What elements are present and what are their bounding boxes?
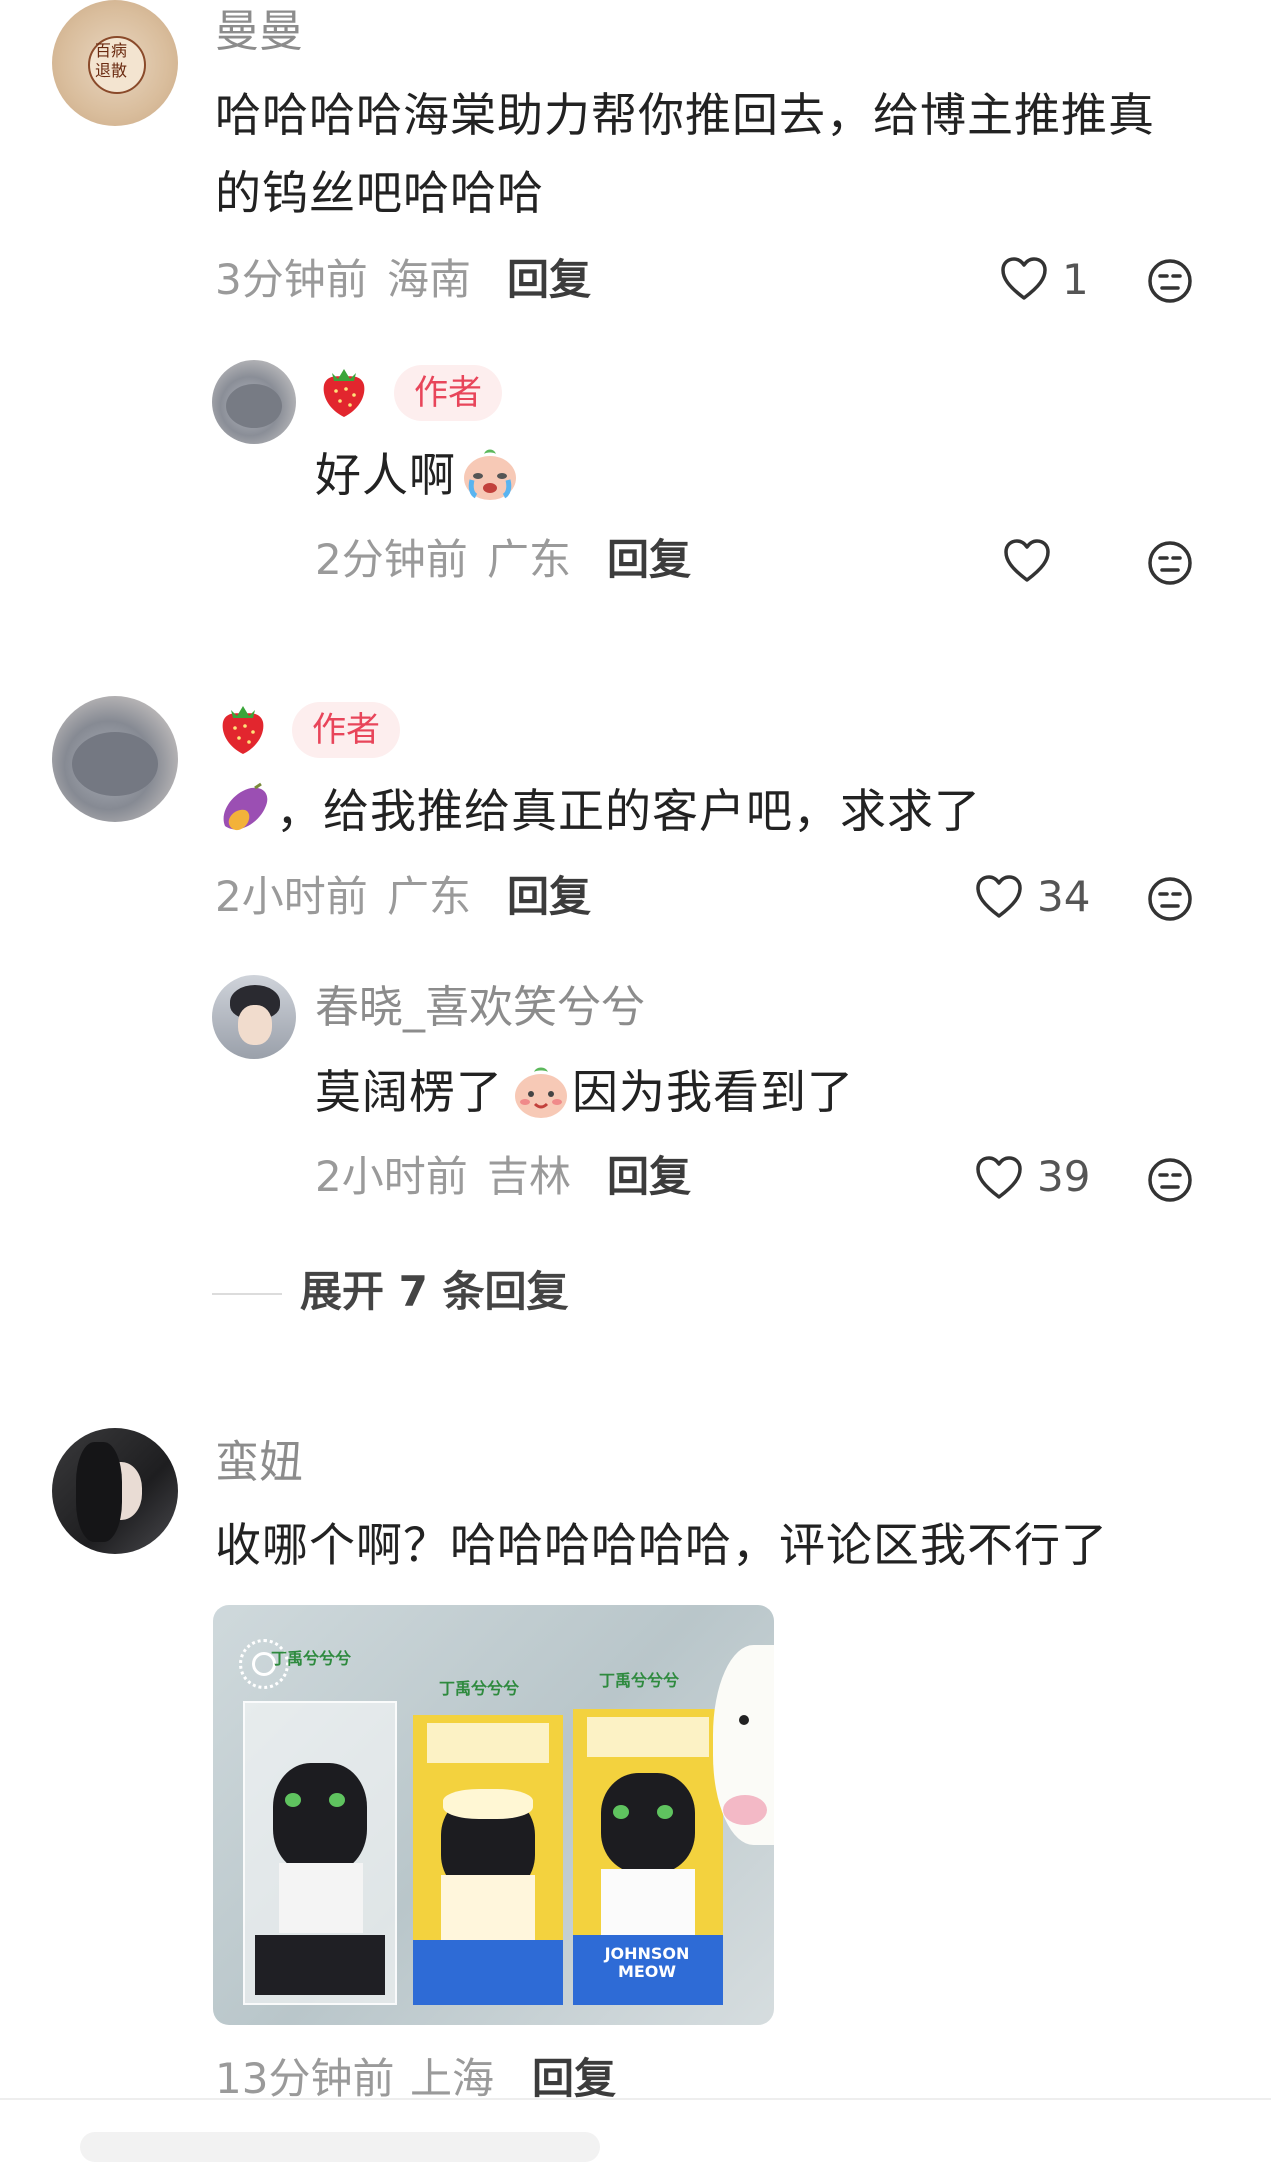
comment-text: 莫阔楞了 xyxy=(315,1065,503,1119)
heart-icon[interactable] xyxy=(1000,256,1048,302)
strawberry-icon xyxy=(217,702,269,760)
avatar-cat-shape xyxy=(72,732,158,796)
comment-location: 广东 xyxy=(387,872,472,921)
comment-location: 广东 xyxy=(487,535,572,584)
comment-text: 哈哈哈哈海棠助力帮你推回去，给博主推推真 xyxy=(215,88,1155,142)
comment-input-bar[interactable] xyxy=(80,2132,600,2162)
dislike-face-icon[interactable] xyxy=(1147,1157,1193,1203)
comment-time: 3分钟前 xyxy=(215,255,368,304)
comment-location: 上海 xyxy=(410,2054,495,2103)
dislike-face-icon[interactable] xyxy=(1147,876,1193,922)
heart-icon[interactable] xyxy=(975,874,1023,920)
sweet-potato-icon xyxy=(215,782,273,842)
reply-button[interactable]: 回复 xyxy=(507,255,591,305)
like-count: 1 xyxy=(1062,255,1089,304)
heart-icon[interactable] xyxy=(975,1155,1023,1201)
brand-label: JOHNSON MEOW xyxy=(604,1944,690,1981)
reply-button[interactable]: 回复 xyxy=(607,535,691,585)
reply-button[interactable]: 回复 xyxy=(532,2054,616,2104)
comment-text: 收哪个啊？哈哈哈哈哈哈，评论区我不行了 xyxy=(215,1518,1108,1572)
author-badge: 作者 xyxy=(292,702,400,758)
reply-button[interactable]: 回复 xyxy=(507,872,591,922)
product-box xyxy=(413,1715,563,2005)
comment-text: 因为我看到了 xyxy=(572,1065,854,1119)
avatar-text: 百病 xyxy=(95,41,128,60)
crying-emoji-icon xyxy=(460,444,520,506)
avatar[interactable] xyxy=(52,696,178,822)
comment-username[interactable]: 春晓_喜欢笑兮兮 xyxy=(315,982,645,1034)
comment-text: 好人啊 xyxy=(315,448,456,502)
product-label: 丁禹兮兮兮 xyxy=(271,1649,352,1668)
avatar[interactable] xyxy=(52,1428,178,1554)
comment-time: 13分钟前 xyxy=(215,2054,395,2103)
expand-divider xyxy=(212,1293,282,1295)
product-box xyxy=(243,1701,397,2005)
dislike-face-icon[interactable] xyxy=(1147,540,1193,586)
expand-replies-button[interactable]: 展开 7 条回复 xyxy=(300,1267,568,1317)
comment-text: ，给我推给真正的客户吧，求求了 xyxy=(276,784,981,838)
bottom-divider xyxy=(0,2098,1271,2100)
comment-text: 的钨丝吧哈哈哈 xyxy=(215,166,544,220)
comment-time: 2小时前 xyxy=(215,872,368,921)
like-count: 34 xyxy=(1037,872,1091,921)
avatar-hair xyxy=(76,1442,122,1542)
product-label: 丁禹兮兮兮 xyxy=(439,1679,520,1698)
comment-image[interactable]: 丁禹兮兮兮 丁禹兮兮兮 丁禹兮兮兮 JOHNSON MEOW xyxy=(213,1605,774,2025)
comment-time: 2分钟前 xyxy=(315,535,468,584)
comment-username[interactable]: 蛮妞 xyxy=(215,1437,303,1489)
comment-location: 吉林 xyxy=(487,1152,572,1201)
like-count: 39 xyxy=(1037,1152,1091,1201)
comment-location: 海南 xyxy=(387,255,472,304)
author-badge: 作者 xyxy=(394,365,502,421)
avatar[interactable]: 百病 退散 xyxy=(52,0,178,126)
avatar-face xyxy=(238,1005,272,1045)
comment-username[interactable]: 曼曼 xyxy=(215,6,303,58)
avatar-text: 退散 xyxy=(95,61,128,80)
comment-time: 2小时前 xyxy=(315,1152,468,1201)
heart-icon[interactable] xyxy=(1003,538,1051,584)
avatar[interactable] xyxy=(212,360,296,444)
reply-button[interactable]: 回复 xyxy=(607,1152,691,1202)
product-label: 丁禹兮兮兮 xyxy=(599,1671,680,1690)
strawberry-icon xyxy=(318,365,370,423)
dislike-face-icon[interactable] xyxy=(1147,258,1193,304)
smile-emoji-icon xyxy=(512,1062,570,1124)
avatar[interactable] xyxy=(212,975,296,1059)
avatar-cat-shape xyxy=(226,384,282,428)
